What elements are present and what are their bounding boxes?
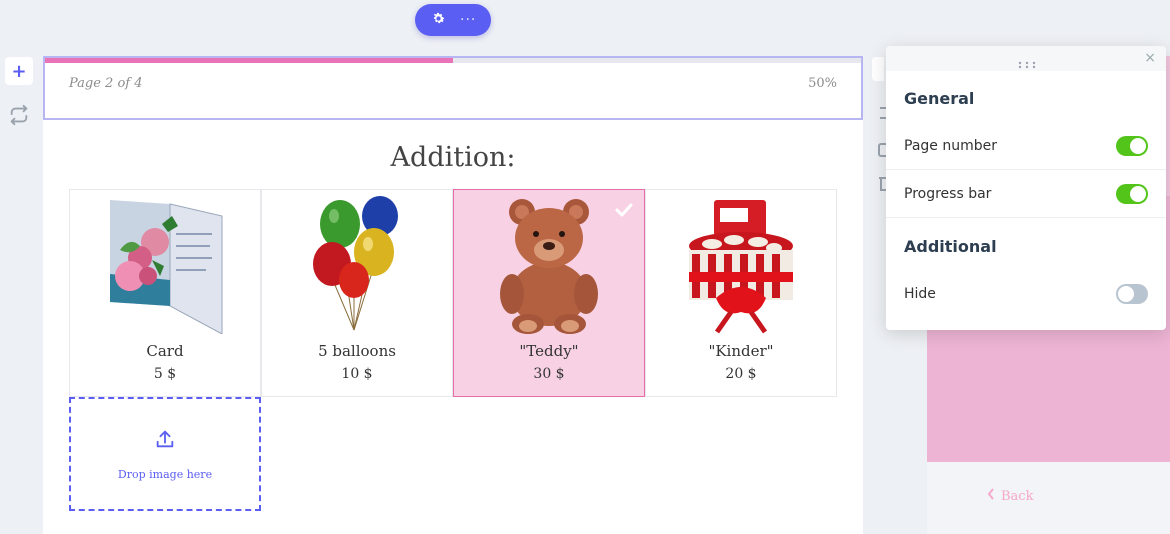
add-element-button[interactable]: + [5,57,33,85]
greeting-card-image [100,194,230,335]
ellipsis-icon[interactable]: ··· [460,12,476,28]
right-add-button[interactable] [872,57,884,81]
progress-bar-toggle[interactable] [1116,183,1148,204]
element-toolbar: ··· [415,4,491,36]
option-card[interactable]: "Kinder" 20 $ [645,189,837,397]
option-name: "Teddy" [519,342,579,360]
page-number-label: Page number [904,137,997,154]
balloons-image [292,194,422,334]
panel-header[interactable]: × [886,46,1166,71]
upload-icon [154,428,176,454]
right-page-background-top [1166,56,1170,196]
back-button-label: Back [1001,488,1034,504]
question-title[interactable]: Addition: [43,142,863,173]
hide-label: Hide [904,286,936,302]
dropzone-label: Drop image here [117,467,213,481]
back-button[interactable]: Back [987,488,1033,504]
checkmark-icon [614,200,634,220]
progress-bar-fill [45,58,453,63]
option-name: 5 balloons [318,342,396,360]
right-page-footer: Back [927,462,1170,534]
progress-bar-label: Progress bar [904,185,992,202]
option-price: 10 $ [341,366,373,382]
image-choice-grid: Card 5 $ 5 balloons 10 $ "Teddy" 30 $ "K… [69,189,837,397]
swap-icon[interactable] [8,104,30,126]
option-name: "Kinder" [708,342,774,360]
image-dropzone[interactable]: Drop image here [69,397,261,511]
gear-icon[interactable] [431,11,446,30]
page-number-toggle[interactable] [1116,135,1148,156]
page-canvas: Page 2 of 4 50% Addition: Card 5 $ 5 bal… [43,56,863,534]
page-number-label: Page 2 of 4 [69,76,143,91]
page-number-row: Page number [886,122,1166,170]
option-price: 30 $ [533,366,565,382]
progress-header[interactable]: Page 2 of 4 50% [43,56,863,120]
close-icon[interactable]: × [1144,50,1156,66]
additional-section-title: Additional [904,237,997,256]
option-price: 5 $ [153,366,177,382]
progress-percent-label: 50% [808,76,837,91]
option-price: 20 $ [725,366,757,382]
option-card[interactable]: 5 balloons 10 $ [261,189,453,397]
hide-toggle[interactable] [1116,284,1148,304]
option-card[interactable]: Card 5 $ [69,189,261,397]
progress-bar-row: Progress bar [886,170,1166,218]
option-name: Card [146,342,184,360]
hide-row: Hide [886,270,1166,318]
option-card-selected[interactable]: "Teddy" 30 $ [453,189,645,397]
teddy-bear-image [484,194,614,334]
kinder-cake-image [676,194,806,334]
general-section-title: General [904,89,975,108]
progress-bar [45,58,861,63]
chevron-left-icon [987,488,995,504]
settings-panel: × General Page number Progress bar Addit… [886,46,1166,330]
drag-handle-icon[interactable] [1018,54,1036,69]
